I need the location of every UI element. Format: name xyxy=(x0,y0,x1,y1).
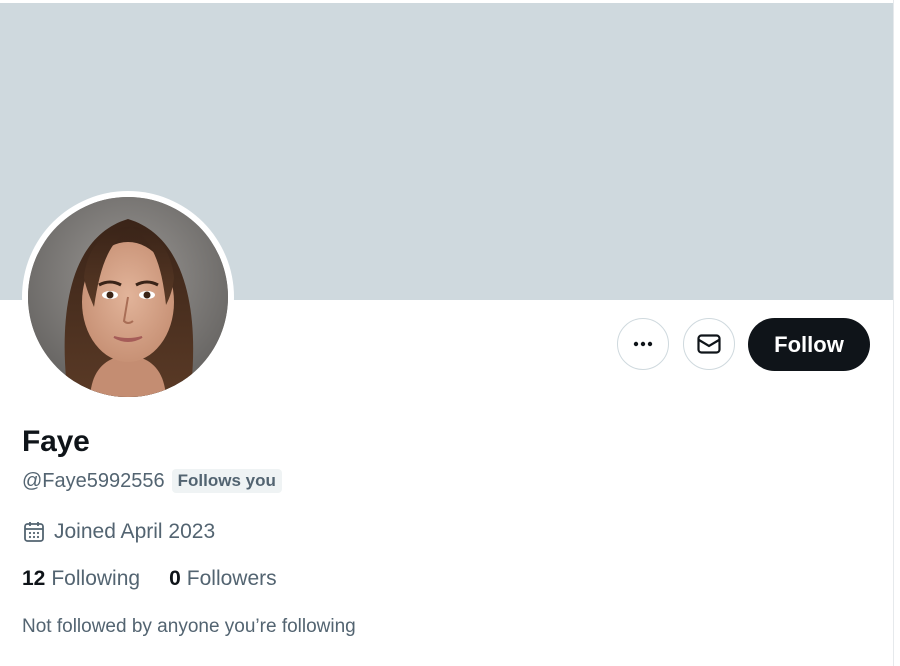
following-label: Following xyxy=(51,567,141,590)
joined-date: Joined April 2023 xyxy=(54,520,216,543)
profile-handle: @Faye5992556 xyxy=(22,469,165,492)
follows-you-badge: Follows you xyxy=(171,469,282,493)
joined-row: Joined April 2023 xyxy=(22,520,215,544)
calendar-icon xyxy=(24,522,44,542)
avatar-portrait xyxy=(28,197,228,397)
envelope-icon xyxy=(697,334,721,354)
following-link[interactable]: 12 Following xyxy=(22,567,140,591)
handle-row: @Faye5992556 Follows you xyxy=(22,469,282,493)
avatar[interactable] xyxy=(28,197,228,397)
follow-button[interactable]: Follow xyxy=(748,318,870,371)
avatar-frame xyxy=(22,191,234,403)
mutual-followers-note: Not followed by anyone you’re following xyxy=(22,616,356,637)
column-border xyxy=(893,0,900,666)
more-button[interactable] xyxy=(617,318,669,370)
profile-name: Faye xyxy=(22,425,90,458)
more-horizontal-icon xyxy=(633,341,653,347)
followers-count: 0 xyxy=(169,567,181,590)
profile-page: Follow Faye @Faye5992556 Follows you Joi… xyxy=(0,0,900,666)
followers-link[interactable]: 0 Followers xyxy=(169,567,277,591)
message-button[interactable] xyxy=(683,318,735,370)
follow-stats: 12 Following 0 Followers xyxy=(22,567,277,591)
following-count: 12 xyxy=(22,567,46,590)
followers-label: Followers xyxy=(186,567,277,590)
